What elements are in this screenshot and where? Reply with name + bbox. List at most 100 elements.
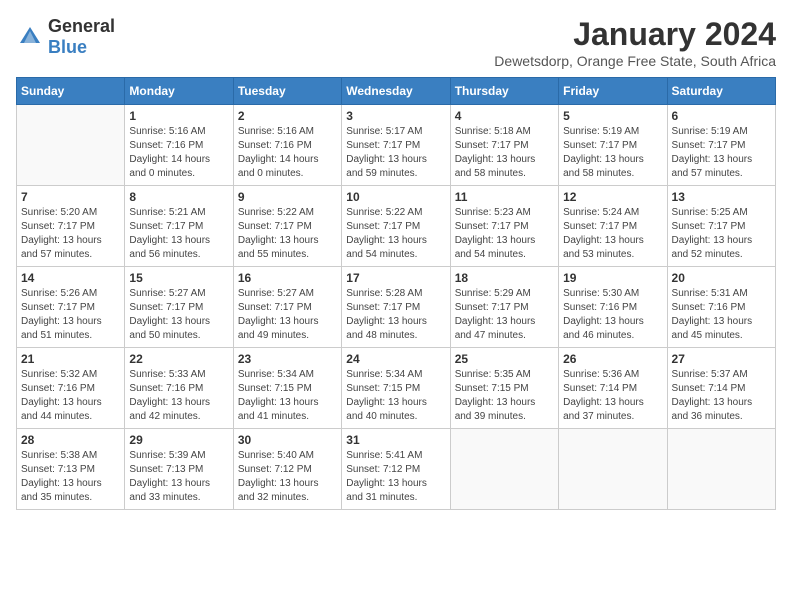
day-number: 24 [346,352,445,366]
day-number: 29 [129,433,228,447]
calendar-week-4: 21 Sunrise: 5:32 AMSunset: 7:16 PMDaylig… [17,348,776,429]
day-number: 26 [563,352,662,366]
day-number: 11 [455,190,554,204]
day-info: Sunrise: 5:18 AMSunset: 7:17 PMDaylight:… [455,125,554,181]
day-number: 23 [238,352,337,366]
title-section: January 2024 Dewetsdorp, Orange Free Sta… [494,16,776,69]
day-info: Sunrise: 5:34 AMSunset: 7:15 PMDaylight:… [346,368,445,424]
day-info: Sunrise: 5:29 AMSunset: 7:17 PMDaylight:… [455,287,554,343]
day-number: 25 [455,352,554,366]
day-number: 22 [129,352,228,366]
calendar-cell-w4-d1: 22 Sunrise: 5:33 AMSunset: 7:16 PMDaylig… [125,348,233,429]
calendar-cell-w5-d6 [667,429,775,510]
calendar-cell-w2-d1: 8 Sunrise: 5:21 AMSunset: 7:17 PMDayligh… [125,186,233,267]
calendar-cell-w5-d4 [450,429,558,510]
calendar-cell-w4-d3: 24 Sunrise: 5:34 AMSunset: 7:15 PMDaylig… [342,348,450,429]
calendar-cell-w2-d4: 11 Sunrise: 5:23 AMSunset: 7:17 PMDaylig… [450,186,558,267]
calendar-cell-w2-d2: 9 Sunrise: 5:22 AMSunset: 7:17 PMDayligh… [233,186,341,267]
day-info: Sunrise: 5:28 AMSunset: 7:17 PMDaylight:… [346,287,445,343]
calendar-header-row: Sunday Monday Tuesday Wednesday Thursday… [17,78,776,105]
calendar-cell-w1-d4: 4 Sunrise: 5:18 AMSunset: 7:17 PMDayligh… [450,105,558,186]
calendar-cell-w2-d3: 10 Sunrise: 5:22 AMSunset: 7:17 PMDaylig… [342,186,450,267]
day-info: Sunrise: 5:35 AMSunset: 7:15 PMDaylight:… [455,368,554,424]
day-number: 8 [129,190,228,204]
calendar-cell-w5-d5 [559,429,667,510]
day-info: Sunrise: 5:24 AMSunset: 7:17 PMDaylight:… [563,206,662,262]
day-info: Sunrise: 5:37 AMSunset: 7:14 PMDaylight:… [672,368,771,424]
calendar-week-1: 1 Sunrise: 5:16 AMSunset: 7:16 PMDayligh… [17,105,776,186]
day-info: Sunrise: 5:22 AMSunset: 7:17 PMDaylight:… [238,206,337,262]
day-info: Sunrise: 5:30 AMSunset: 7:16 PMDaylight:… [563,287,662,343]
calendar: Sunday Monday Tuesday Wednesday Thursday… [16,77,776,510]
day-info: Sunrise: 5:38 AMSunset: 7:13 PMDaylight:… [21,449,120,505]
day-number: 19 [563,271,662,285]
calendar-cell-w3-d3: 17 Sunrise: 5:28 AMSunset: 7:17 PMDaylig… [342,267,450,348]
calendar-cell-w4-d2: 23 Sunrise: 5:34 AMSunset: 7:15 PMDaylig… [233,348,341,429]
day-number: 4 [455,109,554,123]
day-number: 9 [238,190,337,204]
logo-general: General [48,16,115,36]
logo-blue: Blue [48,37,87,57]
day-number: 17 [346,271,445,285]
day-number: 27 [672,352,771,366]
day-number: 15 [129,271,228,285]
day-number: 14 [21,271,120,285]
day-info: Sunrise: 5:16 AMSunset: 7:16 PMDaylight:… [238,125,337,181]
day-info: Sunrise: 5:19 AMSunset: 7:17 PMDaylight:… [563,125,662,181]
calendar-week-2: 7 Sunrise: 5:20 AMSunset: 7:17 PMDayligh… [17,186,776,267]
calendar-cell-w5-d2: 30 Sunrise: 5:40 AMSunset: 7:12 PMDaylig… [233,429,341,510]
calendar-week-3: 14 Sunrise: 5:26 AMSunset: 7:17 PMDaylig… [17,267,776,348]
calendar-cell-w2-d5: 12 Sunrise: 5:24 AMSunset: 7:17 PMDaylig… [559,186,667,267]
day-info: Sunrise: 5:17 AMSunset: 7:17 PMDaylight:… [346,125,445,181]
day-number: 12 [563,190,662,204]
calendar-cell-w1-d3: 3 Sunrise: 5:17 AMSunset: 7:17 PMDayligh… [342,105,450,186]
header-wednesday: Wednesday [342,78,450,105]
day-number: 20 [672,271,771,285]
day-info: Sunrise: 5:33 AMSunset: 7:16 PMDaylight:… [129,368,228,424]
calendar-cell-w4-d4: 25 Sunrise: 5:35 AMSunset: 7:15 PMDaylig… [450,348,558,429]
day-number: 2 [238,109,337,123]
subtitle: Dewetsdorp, Orange Free State, South Afr… [494,53,776,69]
calendar-week-5: 28 Sunrise: 5:38 AMSunset: 7:13 PMDaylig… [17,429,776,510]
day-number: 28 [21,433,120,447]
page-header: General Blue January 2024 Dewetsdorp, Or… [16,16,776,69]
calendar-cell-w1-d2: 2 Sunrise: 5:16 AMSunset: 7:16 PMDayligh… [233,105,341,186]
calendar-cell-w4-d5: 26 Sunrise: 5:36 AMSunset: 7:14 PMDaylig… [559,348,667,429]
day-info: Sunrise: 5:26 AMSunset: 7:17 PMDaylight:… [21,287,120,343]
logo: General Blue [16,16,115,58]
day-number: 7 [21,190,120,204]
day-number: 10 [346,190,445,204]
calendar-cell-w3-d4: 18 Sunrise: 5:29 AMSunset: 7:17 PMDaylig… [450,267,558,348]
day-info: Sunrise: 5:20 AMSunset: 7:17 PMDaylight:… [21,206,120,262]
calendar-cell-w1-d5: 5 Sunrise: 5:19 AMSunset: 7:17 PMDayligh… [559,105,667,186]
day-info: Sunrise: 5:16 AMSunset: 7:16 PMDaylight:… [129,125,228,181]
day-info: Sunrise: 5:27 AMSunset: 7:17 PMDaylight:… [129,287,228,343]
day-number: 1 [129,109,228,123]
day-number: 13 [672,190,771,204]
day-info: Sunrise: 5:23 AMSunset: 7:17 PMDaylight:… [455,206,554,262]
day-number: 6 [672,109,771,123]
logo-icon [16,23,44,51]
day-info: Sunrise: 5:39 AMSunset: 7:13 PMDaylight:… [129,449,228,505]
calendar-cell-w1-d0 [17,105,125,186]
calendar-cell-w5-d3: 31 Sunrise: 5:41 AMSunset: 7:12 PMDaylig… [342,429,450,510]
day-number: 3 [346,109,445,123]
header-tuesday: Tuesday [233,78,341,105]
calendar-cell-w3-d0: 14 Sunrise: 5:26 AMSunset: 7:17 PMDaylig… [17,267,125,348]
day-number: 18 [455,271,554,285]
day-number: 21 [21,352,120,366]
calendar-cell-w2-d6: 13 Sunrise: 5:25 AMSunset: 7:17 PMDaylig… [667,186,775,267]
day-info: Sunrise: 5:25 AMSunset: 7:17 PMDaylight:… [672,206,771,262]
header-sunday: Sunday [17,78,125,105]
logo-text: General Blue [48,16,115,58]
calendar-cell-w1-d6: 6 Sunrise: 5:19 AMSunset: 7:17 PMDayligh… [667,105,775,186]
calendar-cell-w3-d1: 15 Sunrise: 5:27 AMSunset: 7:17 PMDaylig… [125,267,233,348]
header-friday: Friday [559,78,667,105]
day-info: Sunrise: 5:27 AMSunset: 7:17 PMDaylight:… [238,287,337,343]
main-title: January 2024 [494,16,776,53]
calendar-cell-w4-d0: 21 Sunrise: 5:32 AMSunset: 7:16 PMDaylig… [17,348,125,429]
day-number: 30 [238,433,337,447]
day-info: Sunrise: 5:36 AMSunset: 7:14 PMDaylight:… [563,368,662,424]
calendar-cell-w3-d2: 16 Sunrise: 5:27 AMSunset: 7:17 PMDaylig… [233,267,341,348]
day-info: Sunrise: 5:40 AMSunset: 7:12 PMDaylight:… [238,449,337,505]
